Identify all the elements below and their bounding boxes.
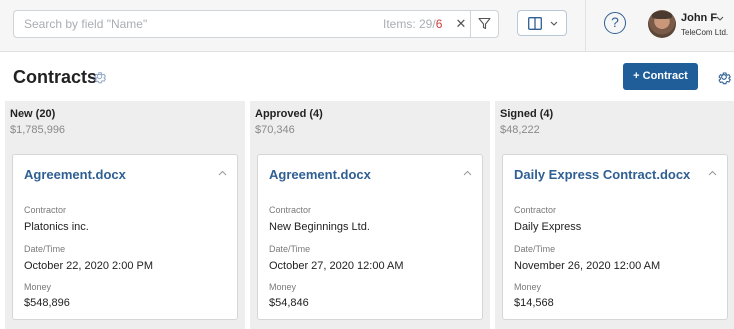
chevron-up-icon[interactable] [218,170,227,176]
column-sum: $1,785,996 [10,124,66,136]
search-placeholder: Search by field "Name" [24,17,148,31]
contractor-label: Contractor [269,205,312,215]
add-contract-button[interactable]: + Contract [623,63,698,90]
avatar[interactable] [648,10,676,38]
contractor-value: New Beginnings Ltd. [269,221,370,233]
toolbar-divider [585,0,586,52]
chevron-up-icon[interactable] [463,170,472,176]
chevron-down-icon[interactable] [716,16,724,21]
money-label: Money [269,282,297,292]
help-icon[interactable]: ? [604,12,626,34]
contract-card[interactable]: Daily Express Contract.docx Contractor D… [502,154,728,320]
gear-icon[interactable] [92,69,107,84]
column-sum: $70,346 [255,124,295,136]
datetime-label: Date/Time [514,244,556,254]
page-title: Contracts [13,67,98,87]
datetime-value: November 26, 2020 12:00 AM [514,260,661,272]
contractor-value: Platonics inc. [24,221,89,233]
search-input[interactable]: Search by field "Name" Items: 29/6 ✕ [13,10,499,38]
filter-button[interactable] [470,11,498,37]
money-value: $548,896 [24,297,70,309]
user-company: TeleCom Ltd. [681,28,729,37]
contractor-label: Contractor [24,205,67,215]
card-title[interactable]: Agreement.docx [269,167,371,182]
gear-icon[interactable] [716,69,732,85]
top-bar: Search by field "Name" Items: 29/6 ✕ ? J… [0,0,734,52]
kanban-column-new: New (20) $1,785,996 Agreement.docx Contr… [5,101,245,329]
column-title: New (20) [10,108,56,120]
kanban-column-signed: Signed (4) $48,222 Daily Express Contrac… [495,101,734,329]
column-title: Signed (4) [500,108,554,120]
card-title[interactable]: Agreement.docx [24,167,126,182]
column-sum: $48,222 [500,124,540,136]
contract-card[interactable]: Agreement.docx Contractor Platonics inc.… [12,154,238,320]
datetime-label: Date/Time [24,244,66,254]
columns-view-icon [528,17,542,30]
datetime-value: October 22, 2020 2:00 PM [24,260,154,272]
money-label: Money [514,282,542,292]
money-value: $54,846 [269,297,309,309]
items-total: Items: 29 [383,17,433,31]
datetime-value: October 27, 2020 12:00 AM [269,260,404,272]
chevron-down-icon [550,21,558,26]
user-name[interactable]: John F [681,12,717,24]
contract-card[interactable]: Agreement.docx Contractor New Beginnings… [257,154,483,320]
items-counter: Items: 29/6 [383,17,442,31]
chevron-up-icon[interactable] [708,170,717,176]
money-label: Money [24,282,52,292]
contractor-label: Contractor [514,205,557,215]
column-title: Approved (4) [255,108,323,120]
items-filtered-count: 6 [435,17,443,31]
contractor-value: Daily Express [514,221,582,233]
money-value: $14,568 [514,297,554,309]
view-mode-dropdown[interactable] [517,10,567,36]
close-icon[interactable]: ✕ [454,15,468,33]
kanban-column-approved: Approved (4) $70,346 Agreement.docx Cont… [250,101,490,329]
datetime-label: Date/Time [269,244,311,254]
filter-icon [478,17,491,30]
card-title[interactable]: Daily Express Contract.docx [514,167,690,182]
